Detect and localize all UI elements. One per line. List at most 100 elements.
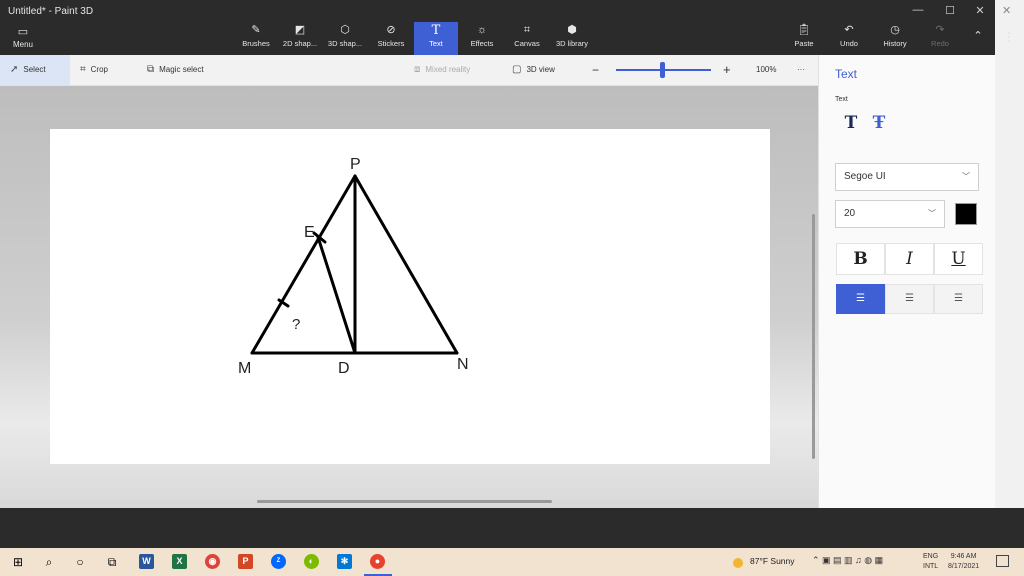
paint-3d-icon[interactable]: ● [370,554,385,569]
cursor-icon: ➚ [10,64,19,75]
label-p: P [350,156,361,173]
system-tray-icons[interactable]: ⌃ ▣ ▤ ▥ ♫ ◍ ▦ [812,555,883,566]
sun-icon [733,558,743,568]
geometry-figure: P E M D N ? [238,156,469,377]
bold-button[interactable]: B [836,243,885,275]
coccoc-icon[interactable]: ◐ [304,554,319,569]
italic-button[interactable]: I [885,243,934,275]
chrome-icon[interactable]: ◉ [205,554,220,569]
align-right-icon: ☰ [954,293,963,304]
maximize-button[interactable]: ☐ [938,4,962,18]
3d-shapes-icon: ⬡ [340,24,350,36]
excel-icon[interactable]: X [172,554,187,569]
word-icon[interactable]: W [139,554,154,569]
align-center-icon: ☰ [905,293,914,304]
redo-icon: ↷ [935,24,945,36]
label-question: ? [292,316,300,333]
notification-icon[interactable] [996,555,1009,567]
zoom-level[interactable]: 100% [756,55,776,85]
ribbon-canvas[interactable]: ⌗ Canvas [509,22,545,55]
chevron-down-icon: ﹀ [928,209,936,218]
taskbar-clock[interactable]: 9:46 AM 8/17/2021 [948,552,979,572]
chevron-down-icon: ﹀ [962,172,970,181]
cortana-icon[interactable]: ○ [71,553,89,571]
segment-pm [250,174,357,355]
task-view-icon[interactable]: ⧉ [103,553,121,571]
window-bottom-frame [0,508,1024,548]
align-right-button[interactable]: ☰ [934,284,983,314]
font-family-select[interactable]: Segoe UI ﹀ [835,163,979,191]
effects-icon: ☼ [476,24,488,36]
label-e: E [304,224,315,241]
ribbon-stickers[interactable]: ⊘ Stickers [372,22,410,55]
crop-tool[interactable]: ⌗ Crop [80,55,108,85]
text-color-swatch[interactable] [955,203,977,225]
2d-text-tool[interactable]: T [841,113,861,133]
label-n: N [457,356,469,373]
chevron-up-icon: ⌃ [973,30,983,42]
snowflake-app-icon[interactable]: ✻ [337,554,352,569]
ribbon-3d-library[interactable]: ⬢ 3D library [551,22,593,55]
menu-icon: ▭ [17,26,29,38]
text-icon: T [431,23,441,38]
canvas-icon: ⌗ [523,24,531,36]
drawing-canvas[interactable]: P E M D N ? [50,129,770,464]
zoom-slider-thumb[interactable] [660,62,665,78]
workspace: P E M D N ? [0,86,818,508]
undo-button[interactable]: ↶ Undo [834,22,864,55]
panel-title: Text [835,67,858,81]
redo-button[interactable]: ↷ Redo [926,22,954,55]
horizontal-scrollbar[interactable] [257,500,552,503]
align-center-button[interactable]: ☰ [885,284,934,314]
ribbon-effects[interactable]: ☼ Effects [464,22,500,55]
mixed-reality-button[interactable]: ⧈ Mixed reality [414,55,470,85]
zoom-in-button[interactable]: + [723,55,731,85]
powerpoint-icon[interactable]: P [238,554,253,569]
vertical-scrollbar[interactable] [812,214,815,459]
menu-button[interactable]: ▭ Menu [6,24,40,52]
3d-text-tool[interactable]: Ŧ [869,113,889,133]
2d-text-icon: T [844,113,858,133]
text-side-panel: Text Text T Ŧ Segoe UI ﹀ 20 ﹀ B I U ☰ ☰ … [818,55,995,508]
ribbon-brushes[interactable]: ✎ Brushes [238,22,274,55]
more-tools-button[interactable]: ··· [797,55,805,85]
title-bar: Untitled* - Paint 3D — ☐ ✕ ▭ Menu ✎ Brus… [0,0,1024,55]
ribbon-3d-shapes[interactable]: ⬡ 3D shap... [324,22,366,55]
align-left-button[interactable]: ☰ [836,284,885,314]
magic-select-tool[interactable]: ⧉ Magic select [147,55,204,85]
history-icon: ◷ [890,24,900,36]
segment-ed [316,235,357,355]
label-d: D [338,360,350,377]
align-left-icon: ☰ [856,293,865,304]
3d-text-icon: Ŧ [872,113,886,133]
segment-pn [353,174,459,355]
ribbon-2d-shapes[interactable]: ◩ 2D shap... [279,22,321,55]
windows-start-icon[interactable]: ⊞ [9,553,27,571]
close-button[interactable]: ✕ [968,4,992,18]
2d-shapes-icon: ◩ [294,24,306,36]
select-tool[interactable]: ➚ Select [0,55,70,85]
history-button[interactable]: ◷ History [878,22,912,55]
3d-view-toggle[interactable]: ▢ 3D view [512,55,555,85]
background-window-close-icon[interactable]: ✕ [1002,4,1011,17]
search-icon[interactable]: ⌕ [40,553,58,571]
3d-view-icon: ▢ [512,64,522,75]
mixed-reality-icon: ⧈ [414,64,421,75]
window-title: Untitled* - Paint 3D [8,6,94,17]
undo-icon: ↶ [844,24,854,36]
minimize-button[interactable]: — [906,4,930,18]
ribbon-text[interactable]: T Text [414,22,458,55]
zalo-icon[interactable]: Z [271,554,286,569]
taskbar: ⊞ ⌕ ○ ⧉ W X ◉ P Z ◐ ✻ ● 87°F Sunny ⌃ ▣ ▤… [0,548,1024,576]
font-size-select[interactable]: 20 ﹀ [835,200,945,228]
weather-widget[interactable]: 87°F Sunny [750,556,795,566]
zoom-out-button[interactable]: − [592,55,599,85]
panel-subtitle: Text [835,96,848,103]
magic-select-icon: ⧉ [147,64,155,75]
brush-icon: ✎ [251,24,261,36]
input-language[interactable]: ENG INTL [923,552,938,572]
background-window: ✕ ⋮ [995,0,1024,508]
underline-button[interactable]: U [934,243,983,275]
paste-button[interactable]: 📋︎ Paste [790,22,818,55]
more-options-icon[interactable]: ⋮ [1002,30,1016,46]
